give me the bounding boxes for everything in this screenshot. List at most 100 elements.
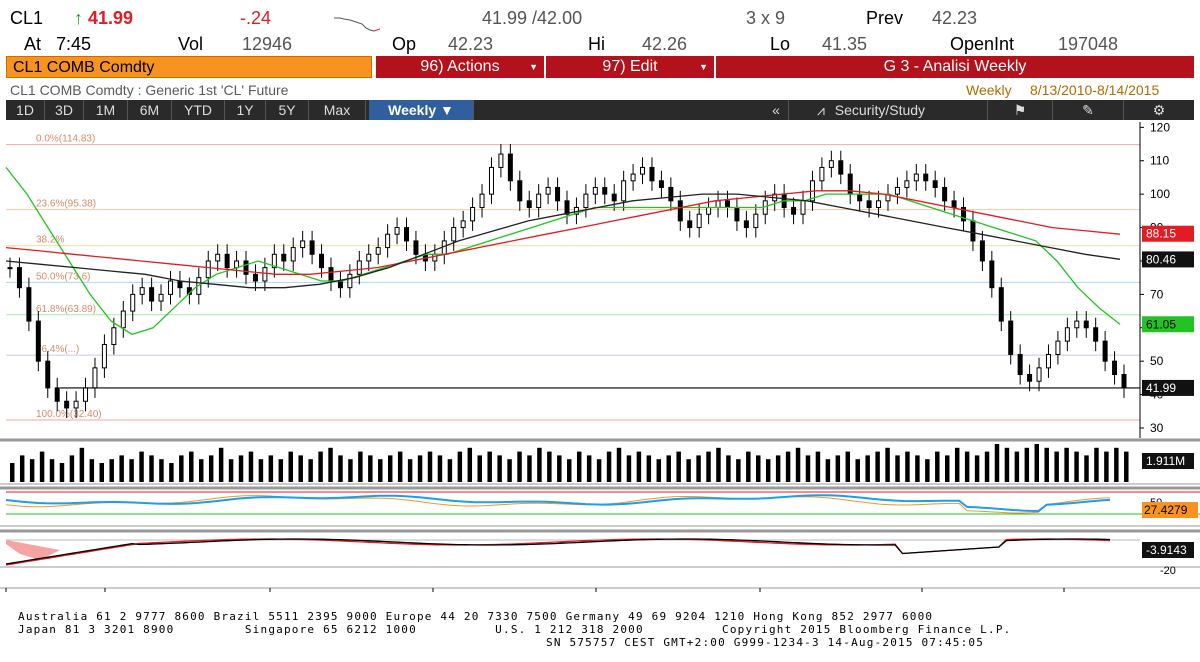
volume-bar: [10, 463, 15, 482]
volume-bar: [547, 451, 552, 482]
volume-bar: [1084, 455, 1089, 482]
price-candle: [92, 367, 98, 389]
volume-bar: [338, 455, 343, 482]
price-candle: [819, 166, 825, 182]
price-candle: [904, 180, 910, 188]
collapse-button[interactable]: «: [764, 100, 789, 120]
volume-bar: [666, 455, 671, 482]
price-candle: [366, 253, 372, 262]
edit-button[interactable]: 97) Edit ▼: [546, 56, 714, 78]
price-candle: [564, 200, 570, 215]
volume-bar: [915, 455, 920, 482]
y-tick-label: 120: [1150, 122, 1170, 134]
volume-bar: [169, 463, 174, 482]
volume-bar: [457, 451, 463, 482]
volume-bar: [1044, 447, 1049, 482]
subheader: CL1 COMB Comdty : Generic 1st 'CL' Futur…: [0, 81, 1200, 99]
period-toolbar: 1D 3D 1M 6M YTD 1Y 5Y Max Weekly ▼ « ⩘ S…: [6, 100, 1194, 120]
price-candle: [54, 387, 60, 402]
tab-1d[interactable]: 1D: [6, 100, 45, 120]
price-candle: [998, 287, 1004, 322]
footer-line-3: SN 575757 CEST GMT+2:00 G999-1234-3 14-A…: [546, 636, 985, 649]
period-select[interactable]: Weekly ▼: [369, 100, 474, 120]
volume-bar: [248, 451, 254, 482]
low-label: Lo: [770, 34, 791, 54]
volume-bar: [59, 463, 65, 482]
edit-chart-icon[interactable]: ✎: [1053, 100, 1124, 120]
security-field[interactable]: CL1 COMB Comdty: [6, 56, 372, 78]
fibonacci-label: 50.0%(73.6): [36, 271, 90, 282]
actions-dropdown-icon: ▼: [529, 62, 538, 72]
volume-bar: [368, 455, 373, 482]
open-label: Op: [392, 34, 417, 54]
volume-bar: [1014, 451, 1020, 482]
volume-bar: [756, 455, 761, 482]
flag-icon[interactable]: ⚑: [988, 100, 1053, 120]
prev-value: 42.23: [932, 8, 978, 28]
ma-green-line: [5, 166, 1121, 336]
tab-6m[interactable]: 6M: [128, 100, 172, 120]
period-label: Weekly: [966, 82, 1012, 98]
price-candle: [83, 387, 89, 402]
price-candle: [7, 267, 13, 270]
price-candle: [215, 253, 221, 262]
footer-line-2: Japan 81 3 3201 8900 Singapore 65 6212 1…: [18, 623, 1012, 636]
y-tick-label: 50: [1150, 354, 1164, 368]
volume-label: 1.911M: [1146, 454, 1185, 468]
tab-1m[interactable]: 1M: [84, 100, 128, 120]
price-candle: [621, 180, 627, 202]
volume-bar: [49, 459, 55, 482]
macd-tick-label: -20: [1160, 565, 1176, 577]
price-candle: [111, 327, 117, 345]
price-candle: [234, 260, 240, 269]
tab-ytd[interactable]: YTD: [172, 100, 225, 120]
ma-red-label: 88.15: [1146, 227, 1176, 241]
ma-green-label: 61.05: [1146, 317, 1176, 331]
volume-bar: [935, 451, 940, 482]
volume-bar: [765, 459, 771, 482]
fibonacci-label: 23.6%(95.38): [36, 199, 96, 210]
macd-label: -3.9143: [1146, 543, 1187, 557]
prev-label: Prev: [866, 8, 904, 28]
price-candle: [583, 193, 589, 209]
price-candle: [319, 253, 325, 269]
price-candle: [1064, 327, 1070, 342]
tab-3d[interactable]: 3D: [45, 100, 84, 120]
price-candle: [1121, 374, 1127, 389]
volume-bar: [387, 455, 393, 482]
volume-bar: [328, 447, 333, 482]
price-candle: [743, 220, 749, 229]
settings-gear-icon[interactable]: ⚙: [1124, 100, 1194, 120]
volume-bar: [99, 463, 104, 482]
volume-bar: [646, 455, 652, 482]
fibonacci-label: 38.2%: [36, 235, 64, 246]
tab-5y[interactable]: 5Y: [266, 100, 309, 120]
price-candle: [668, 186, 674, 202]
volume-bar: [189, 451, 194, 482]
volume-bar: [636, 451, 642, 482]
volume-bar: [318, 451, 323, 482]
chart-title: G 3 - Analisi Weekly: [883, 58, 1027, 75]
price-candle: [385, 233, 391, 249]
volume-bar: [586, 455, 592, 482]
security-study-button[interactable]: ⩘ Security/Study: [789, 100, 988, 120]
price-chart: 0.0%(114.83) 23.6%(95.38) 38.2% 50.0%(73.6)…: [0, 122, 1200, 592]
price-candle: [734, 207, 740, 222]
volume-bar: [517, 451, 522, 482]
footer-line-1: Australia 61 2 9777 8600 Brazil 5511 239…: [18, 610, 934, 623]
volume-bar: [1094, 447, 1099, 482]
volume-bar: [925, 459, 930, 482]
price-candle: [26, 287, 32, 322]
high-value: 42.26: [642, 34, 688, 54]
tab-1y[interactable]: 1Y: [225, 100, 266, 120]
volume-bar: [198, 459, 204, 482]
volume-bar: [885, 447, 890, 482]
actions-button[interactable]: 96) Actions ▼: [376, 56, 544, 78]
price-candle: [149, 287, 155, 302]
price-candle: [35, 320, 41, 362]
volume-bar: [159, 459, 164, 482]
bid-ask-size: 3 x 9: [746, 8, 786, 28]
price-candle: [526, 200, 532, 209]
tab-max[interactable]: Max: [309, 100, 366, 120]
volume-bar: [298, 455, 303, 482]
